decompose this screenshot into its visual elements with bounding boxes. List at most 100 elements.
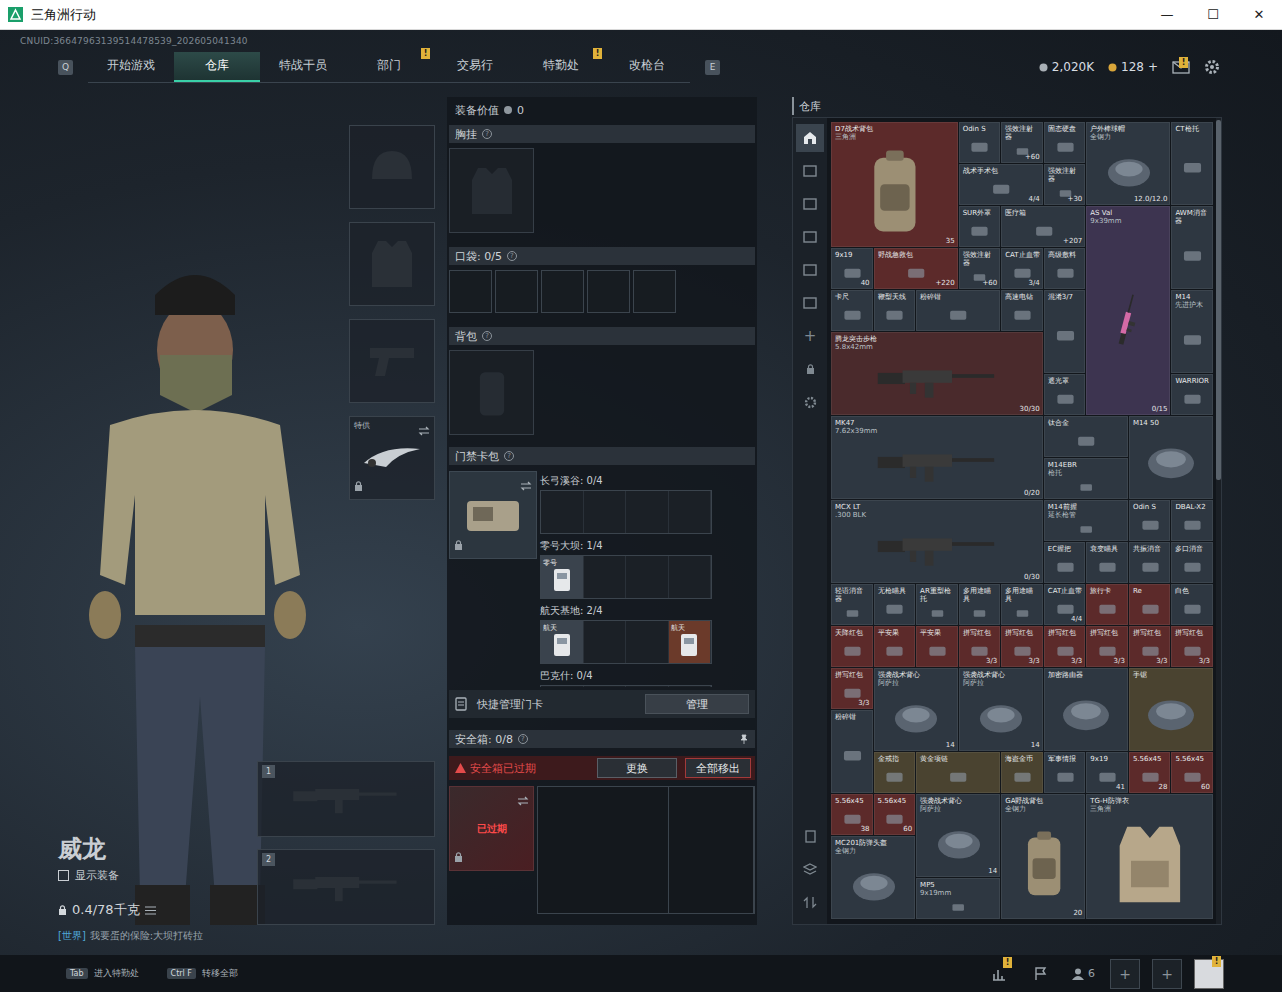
next-tab-key[interactable]: E xyxy=(705,60,720,75)
add-storage-button[interactable]: + xyxy=(796,322,824,350)
backpack-slot[interactable] xyxy=(449,350,534,435)
keycard-slot[interactable] xyxy=(541,491,584,533)
storage-tab[interactable] xyxy=(796,157,824,185)
storage-item[interactable]: AWM消音器 xyxy=(1171,206,1213,289)
keycard-slot[interactable] xyxy=(626,491,669,533)
keycard-slot[interactable] xyxy=(584,491,627,533)
pocket-slot[interactable] xyxy=(541,270,584,313)
window-control-button[interactable]: — xyxy=(1144,0,1190,30)
storage-item[interactable]: 卡尺 xyxy=(831,290,873,331)
help-icon[interactable]: ? xyxy=(518,734,528,744)
storage-item[interactable]: MP59x19mm xyxy=(916,878,1000,919)
keycard-slot[interactable] xyxy=(626,556,669,598)
storage-item[interactable]: 拼写红包3/3 xyxy=(1001,626,1043,667)
storage-item[interactable]: 9x1941 xyxy=(1086,752,1128,793)
help-icon[interactable]: ? xyxy=(507,251,517,261)
chest-rig-slot[interactable] xyxy=(449,148,534,233)
storage-item[interactable]: 强袭战术背心阿萨拉14 xyxy=(916,794,1000,877)
keycard-case[interactable] xyxy=(449,471,537,559)
keycard-slot[interactable] xyxy=(584,686,627,687)
pocket-slot[interactable] xyxy=(587,270,630,313)
hotkey-hint[interactable]: Ctrl F转移全部 xyxy=(167,967,238,980)
keycard-slot[interactable] xyxy=(669,686,712,687)
lock-button[interactable] xyxy=(796,355,824,383)
keycard-slot[interactable] xyxy=(669,491,712,533)
storage-item[interactable]: Re xyxy=(1129,584,1171,625)
keycard-slot[interactable] xyxy=(584,556,627,598)
storage-item[interactable]: 拼写红包3/3 xyxy=(1086,626,1128,667)
pistol-slot[interactable] xyxy=(349,319,435,403)
storage-item[interactable]: CAT止血带3/4 xyxy=(1001,248,1043,289)
storage-item[interactable]: 军事情报 xyxy=(1044,752,1086,793)
weapon-slot[interactable]: 1 xyxy=(257,761,435,837)
storage-item[interactable]: MCX LT.300 BLK0/30 xyxy=(831,500,1043,583)
show-gear-toggle[interactable]: 显示装备 xyxy=(58,868,203,883)
storage-item[interactable]: 多用途瞄具 xyxy=(959,584,1001,625)
storage-item[interactable]: 9x1940 xyxy=(831,248,873,289)
storage-item[interactable]: 共振消音 xyxy=(1129,542,1171,583)
safe-slot[interactable] xyxy=(669,787,754,913)
pocket-slot[interactable] xyxy=(449,270,492,313)
storage-item[interactable]: 手锯 xyxy=(1129,668,1213,751)
storage-item[interactable]: 轻语消音器 xyxy=(831,584,873,625)
storage-item[interactable]: 战术手术包4/4 xyxy=(959,164,1043,205)
storage-item[interactable]: M14前握延长枪管 xyxy=(1044,500,1128,541)
storage-item[interactable]: 固态硬盘 xyxy=(1044,122,1086,163)
storage-item[interactable]: EC握把 xyxy=(1044,542,1086,583)
storage-tab[interactable] xyxy=(796,124,824,152)
storage-item[interactable]: 高速电钻 xyxy=(1001,290,1043,331)
storage-item[interactable]: 强效注射器+60 xyxy=(1001,122,1043,163)
transfer-button[interactable] xyxy=(796,888,824,916)
storage-item[interactable]: 加密路由器 xyxy=(1044,668,1128,751)
storage-item[interactable]: 拼写红包3/3 xyxy=(831,668,873,709)
storage-scrollbar[interactable] xyxy=(1216,118,1221,924)
scroll-thumb[interactable] xyxy=(1216,120,1221,480)
help-icon[interactable]: ? xyxy=(482,331,492,341)
storage-tab[interactable] xyxy=(796,256,824,284)
sort-button[interactable] xyxy=(796,822,824,850)
storage-item[interactable]: 天降红包 xyxy=(831,626,873,667)
storage-item[interactable]: 拼写红包3/3 xyxy=(959,626,1001,667)
keycard-slot[interactable] xyxy=(541,686,584,687)
window-control-button[interactable]: ✕ xyxy=(1236,0,1282,30)
mail-button[interactable]: ! xyxy=(1172,61,1190,74)
storage-item[interactable]: 高级敷料 xyxy=(1044,248,1086,289)
storage-item[interactable]: 多用途瞄具 xyxy=(1001,584,1043,625)
pocket-slot[interactable] xyxy=(495,270,538,313)
window-control-button[interactable]: ☐ xyxy=(1190,0,1236,30)
storage-item[interactable]: 平安果 xyxy=(874,626,916,667)
storage-item[interactable]: M14先进护木 xyxy=(1171,290,1213,373)
invite-slot[interactable]: + xyxy=(1152,959,1182,989)
storage-item[interactable]: 拼写红包3/3 xyxy=(1171,626,1213,667)
storage-item[interactable]: DBAL-X2 xyxy=(1171,500,1213,541)
nav-tab[interactable]: 开始游戏 xyxy=(88,52,174,82)
storage-item[interactable]: 粉碎钳 xyxy=(916,290,1000,331)
storage-tab[interactable] xyxy=(796,190,824,218)
storage-settings-button[interactable] xyxy=(796,388,824,416)
storage-item[interactable]: TG-H防弹衣三角洲 xyxy=(1086,794,1213,919)
storage-item[interactable]: AR重型枪托 xyxy=(916,584,958,625)
storage-item[interactable]: D7战术背包三角洲35 xyxy=(831,122,958,247)
chat-line[interactable]: [世界]我要蛋的保险:大坝打砖拉 xyxy=(58,929,203,943)
safe-slot[interactable] xyxy=(538,787,669,913)
storage-item[interactable]: MC201防弹头盔全钢力 xyxy=(831,836,915,919)
show-gear-checkbox[interactable] xyxy=(58,870,69,881)
storage-item[interactable]: 无枪瞄具 xyxy=(874,584,916,625)
replace-button[interactable]: 更换 xyxy=(597,758,677,778)
storage-item[interactable]: M14 50 xyxy=(1129,416,1213,499)
storage-item[interactable]: M14EBR枪托 xyxy=(1044,458,1128,499)
manage-button[interactable]: 管理 xyxy=(645,694,749,714)
storage-item[interactable]: 腾龙突击步枪5.8x42mm30/30 xyxy=(831,332,1043,415)
storage-item[interactable]: 遮光罩 xyxy=(1044,374,1086,415)
nav-tab[interactable]: 特战干员 xyxy=(260,52,346,82)
remove-all-button[interactable]: 全部移出 xyxy=(685,758,751,778)
help-icon[interactable]: ? xyxy=(504,451,514,461)
keycard-slot[interactable]: 零号 xyxy=(541,556,584,598)
player-avatar[interactable]: ! xyxy=(1194,959,1224,989)
armor-slot[interactable] xyxy=(349,222,435,306)
storage-item[interactable]: 平安果 xyxy=(916,626,958,667)
swap-icon[interactable] xyxy=(418,426,430,436)
swap-icon[interactable] xyxy=(517,796,529,806)
storage-item[interactable]: 户外棒球帽全钢力12.0/12.0 xyxy=(1086,122,1170,205)
nav-tab[interactable]: 交易行 xyxy=(432,52,518,82)
